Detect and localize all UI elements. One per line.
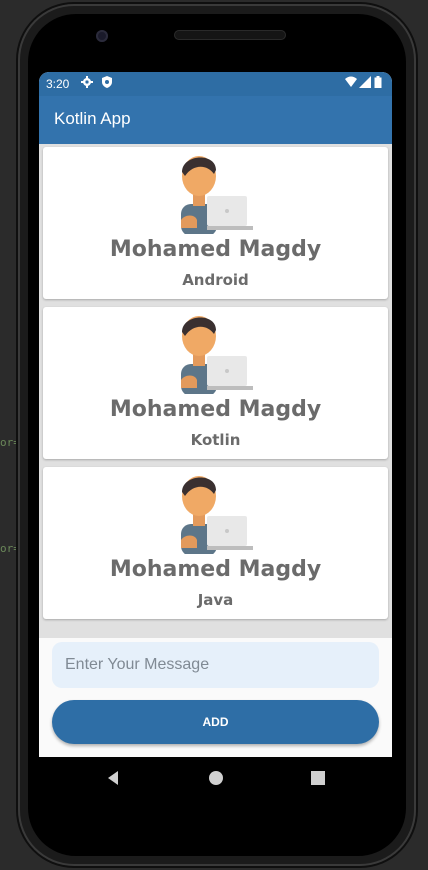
message-input[interactable]	[52, 642, 379, 688]
shield-icon	[102, 76, 112, 88]
list-item[interactable]: Mohamed Magdy Kotlin	[43, 307, 388, 459]
list-item[interactable]: Mohamed Magdy Android	[43, 147, 388, 299]
developer-avatar-icon	[181, 156, 253, 234]
wifi-icon	[345, 76, 357, 87]
message-list[interactable]: Mohamed Magdy Android Mohamed Magdy Kotl…	[39, 144, 392, 710]
code-fragment: or=	[0, 436, 20, 449]
navigation-bar	[39, 757, 392, 799]
device-screen: 3:20 Kotlin App Mohamed Magdy Android Mo…	[39, 72, 392, 757]
earpiece-speaker	[174, 30, 286, 40]
recents-icon[interactable]	[309, 769, 327, 787]
front-camera	[96, 30, 108, 42]
battery-icon	[374, 76, 382, 88]
gear-icon	[81, 76, 93, 88]
card-name: Mohamed Magdy	[109, 557, 322, 582]
status-time: 3:20	[46, 77, 70, 91]
back-icon[interactable]	[104, 769, 122, 787]
developer-avatar-icon	[181, 476, 253, 554]
code-fragment: or=	[0, 542, 20, 555]
list-item[interactable]: Mohamed Magdy Java	[43, 467, 388, 619]
app-bar: Kotlin App	[39, 96, 392, 144]
add-button[interactable]: ADD	[52, 700, 379, 744]
message-composer: ADD	[39, 638, 392, 757]
signal-icon	[359, 76, 371, 88]
card-language: Android	[182, 271, 249, 289]
card-name: Mohamed Magdy	[109, 237, 322, 262]
home-icon[interactable]	[207, 769, 225, 787]
app-title: Kotlin App	[54, 109, 131, 128]
developer-avatar-icon	[181, 316, 253, 394]
card-name: Mohamed Magdy	[109, 397, 322, 422]
card-language: Java	[197, 591, 234, 609]
card-language: Kotlin	[190, 431, 241, 449]
status-bar: 3:20	[39, 72, 392, 96]
